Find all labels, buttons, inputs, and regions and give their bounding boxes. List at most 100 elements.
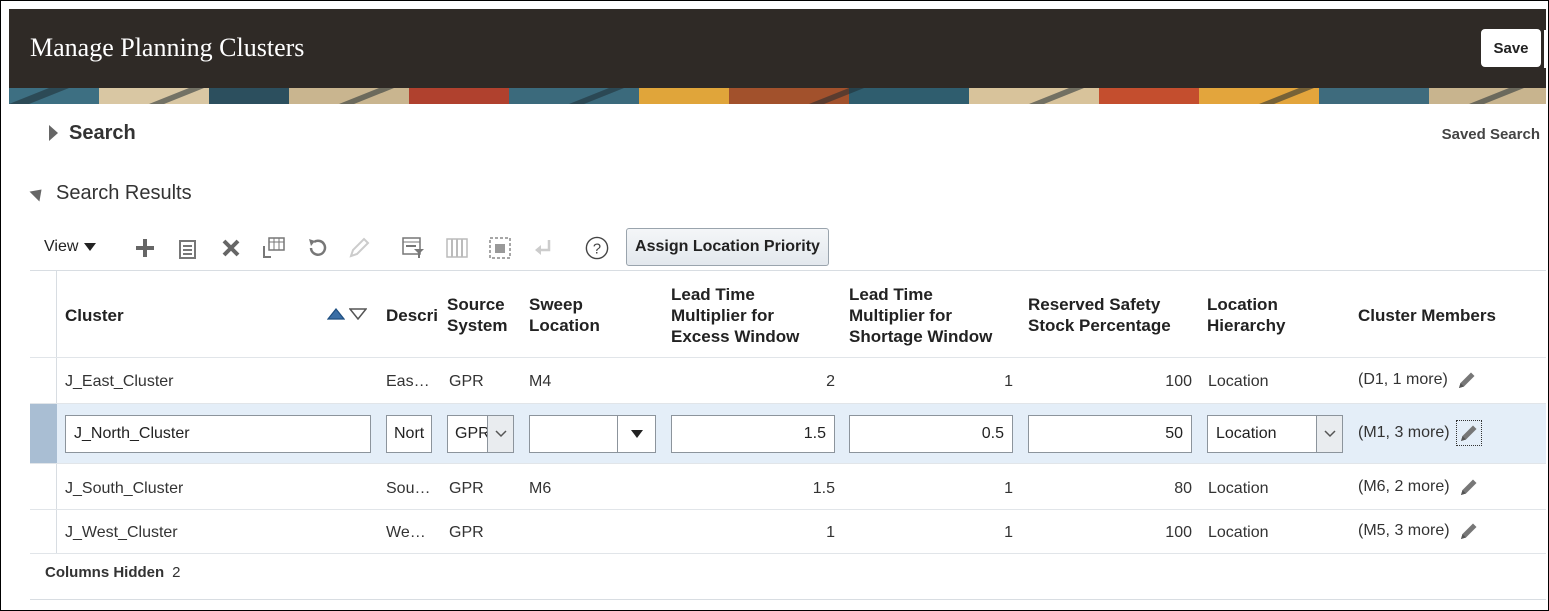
page-header: Manage Planning Clusters Save	[9, 9, 1546, 88]
saved-search-label: Saved Search	[1441, 126, 1540, 143]
page: Manage Planning Clusters Save Search Sav…	[9, 9, 1546, 602]
export-icon[interactable]	[262, 236, 286, 260]
sort-ascending-icon[interactable]	[327, 308, 345, 320]
columns-hidden-count: 2	[172, 564, 181, 581]
search-section-header[interactable]: Search Saved Search	[9, 119, 1546, 149]
add-icon[interactable]	[133, 236, 157, 260]
chevron-down-icon[interactable]	[487, 416, 513, 452]
column-header-lead-time-excess[interactable]: Lead Time Multiplier for Excess Window	[671, 284, 799, 347]
dropdown-arrow-icon[interactable]	[617, 416, 655, 452]
description-cell: Eas…	[386, 373, 430, 390]
chevron-down-icon[interactable]	[1316, 416, 1342, 452]
help-icon[interactable]: ?	[585, 236, 609, 260]
sort-controls[interactable]	[327, 308, 367, 320]
column-header-cluster-members[interactable]: Cluster Members	[1358, 305, 1496, 326]
freeze-icon	[445, 236, 469, 260]
column-header-description[interactable]: Descri	[386, 305, 442, 326]
location-hierarchy-cell: Location	[1208, 373, 1269, 390]
header-line: Excess Window	[671, 327, 800, 346]
table-row[interactable]: J_South_Cluster Sou… GPR M6 1.5 1 80 Loc…	[30, 463, 1546, 509]
column-header-sweep-location[interactable]: Sweep Location	[529, 294, 600, 336]
header-line: Multiplier for	[849, 306, 952, 325]
lead-shortage-cell: 1	[1004, 524, 1013, 541]
lead-shortage-cell: 1	[1004, 373, 1013, 390]
cluster-members-cell: (M1, 3 more)	[1358, 420, 1482, 446]
header-line: Lead Time	[671, 285, 755, 304]
cluster-cell: J_South_Cluster	[65, 480, 184, 497]
header-line: Hierarchy	[1207, 316, 1286, 335]
cluster-members-cell: (M5, 3 more)	[1358, 518, 1482, 544]
safety-stock-field[interactable]: 50	[1028, 415, 1192, 453]
location-hierarchy-cell: Location	[1208, 524, 1269, 541]
save-button[interactable]: Save	[1481, 29, 1546, 68]
selected-row-marker	[30, 404, 57, 463]
safety-stock-cell: 80	[1174, 480, 1192, 497]
header-line: Shortage Window	[849, 327, 993, 346]
lead-shortage-cell: 1	[1004, 480, 1013, 497]
refresh-icon[interactable]	[305, 236, 329, 260]
table-toolbar: View ? Assign Location Priority	[9, 228, 1546, 268]
header-line: Sweep	[529, 295, 583, 314]
lead-excess-field[interactable]: 1.5	[671, 415, 835, 453]
column-header-safety-stock[interactable]: Reserved Safety Stock Percentage	[1028, 294, 1171, 336]
search-title[interactable]: Search	[69, 122, 136, 145]
source-system-cell: GPR	[449, 373, 484, 390]
table-row[interactable]: J_East_Cluster Eas… GPR M4 2 1 100 Locat…	[30, 357, 1546, 403]
collapse-icon[interactable]	[29, 184, 47, 202]
sort-descending-icon[interactable]	[349, 308, 367, 320]
header-line: Stock Percentage	[1028, 316, 1171, 335]
svg-text:?: ?	[593, 242, 601, 258]
expand-icon[interactable]	[49, 125, 58, 141]
detach-icon[interactable]	[488, 236, 512, 260]
header-line: Source	[447, 295, 505, 314]
sweep-location-cell: M6	[529, 480, 552, 497]
edit-members-icon[interactable]	[1454, 367, 1480, 393]
sweep-location-select[interactable]	[529, 415, 656, 453]
source-system-cell: GPR	[449, 524, 484, 541]
table-row-selected[interactable]: J_North_Cluster Nort GPR 1.5 0.5 50 Loca…	[30, 403, 1546, 463]
cluster-name-field[interactable]: J_North_Cluster	[65, 415, 371, 453]
clusters-table: Cluster Descri Source System Sweep Locat…	[30, 270, 1546, 554]
edit-icon	[347, 236, 371, 260]
results-title: Search Results	[56, 182, 192, 204]
header-line: Location	[529, 316, 600, 335]
view-menu-label: View	[44, 238, 79, 255]
edit-members-icon[interactable]	[1456, 518, 1482, 544]
columns-hidden-label: Columns Hidden	[45, 564, 165, 581]
description-field[interactable]: Nort	[386, 415, 432, 453]
cluster-cell: J_West_Cluster	[65, 524, 178, 541]
description-cell: Sou…	[386, 480, 431, 497]
source-system-cell: GPR	[449, 480, 484, 497]
assign-location-priority-button[interactable]: Assign Location Priority	[626, 228, 829, 266]
query-by-example-icon[interactable]	[402, 236, 426, 260]
header-line: Location	[1207, 295, 1278, 314]
table-row[interactable]: J_West_Cluster We… GPR 1 1 100 Location …	[30, 509, 1546, 554]
cluster-members-cell: (M6, 2 more)	[1358, 474, 1482, 500]
duplicate-icon[interactable]	[176, 236, 200, 260]
view-menu[interactable]: View	[44, 238, 97, 256]
lead-excess-cell: 1.5	[812, 480, 835, 497]
description-cell: We…	[386, 524, 426, 541]
cluster-members-text: (M1, 3 more)	[1358, 424, 1450, 441]
header-line: System	[447, 316, 508, 335]
wrap-icon	[531, 236, 555, 260]
column-header-location-hierarchy[interactable]: Location Hierarchy	[1207, 294, 1285, 336]
safety-stock-cell: 100	[1165, 524, 1192, 541]
location-hierarchy-cell: Location	[1208, 480, 1269, 497]
window-frame: Manage Planning Clusters Save Search Sav…	[0, 0, 1549, 611]
column-header-lead-time-shortage[interactable]: Lead Time Multiplier for Shortage Window	[849, 284, 992, 347]
column-header-cluster[interactable]: Cluster	[65, 305, 124, 326]
edit-members-icon[interactable]	[1455, 420, 1482, 446]
sweep-location-cell: M4	[529, 373, 552, 390]
cluster-members-text: (M6, 2 more)	[1358, 478, 1450, 495]
edit-members-icon[interactable]	[1456, 474, 1482, 500]
lead-shortage-field[interactable]: 0.5	[849, 415, 1013, 453]
source-system-select[interactable]: GPR	[447, 415, 514, 453]
header-line: Reserved Safety	[1028, 295, 1161, 314]
decorative-banner	[9, 88, 1546, 104]
delete-icon[interactable]	[219, 236, 243, 260]
source-system-value: GPR	[455, 425, 490, 442]
column-header-source-system[interactable]: Source System	[447, 294, 507, 336]
results-section-header[interactable]: Search Results	[9, 179, 1546, 209]
location-hierarchy-select[interactable]: Location	[1207, 415, 1343, 453]
